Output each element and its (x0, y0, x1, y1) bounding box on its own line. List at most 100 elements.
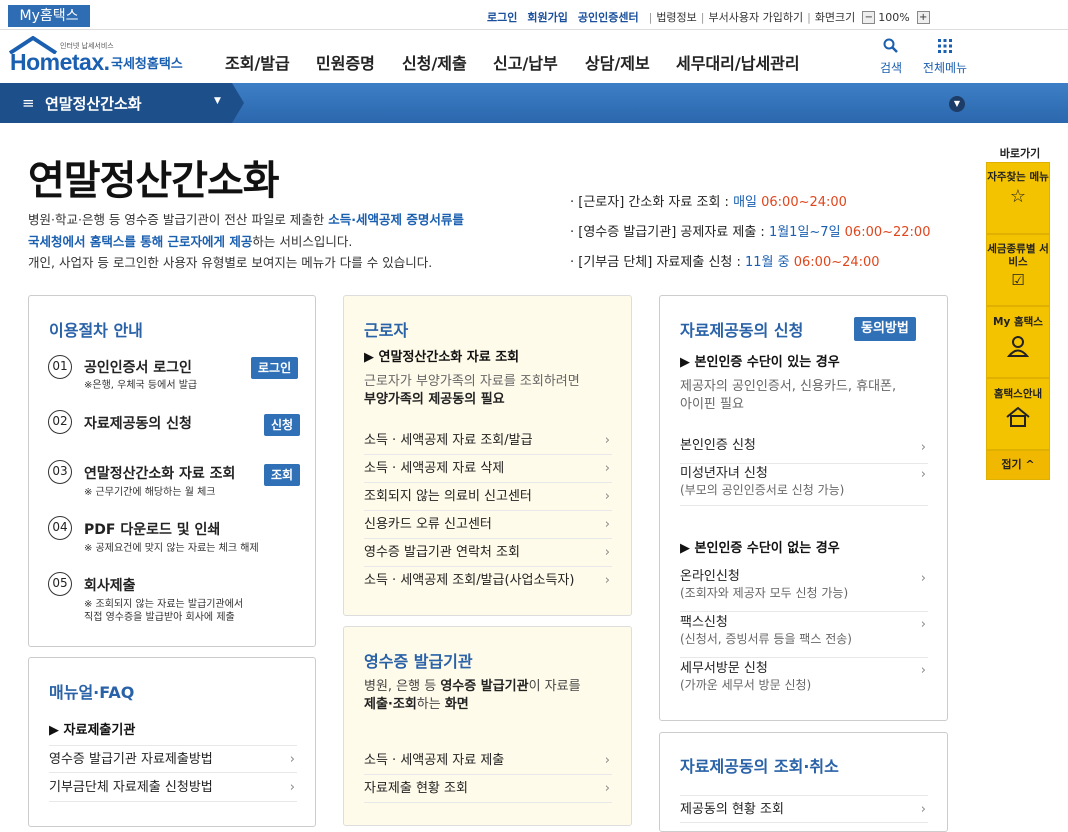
issuer-link[interactable]: 자료제출 현황 조회 › (364, 775, 612, 803)
chevron-right-icon: › (604, 517, 610, 532)
gnb-item-tax-agent[interactable]: 세무대리/납세관리 (676, 50, 800, 74)
quick-hometax-guide[interactable]: 홈택스안내 (986, 378, 1050, 450)
screen-size-label: 화면크기 (814, 11, 856, 24)
consent-link[interactable]: 세무서방문 신청 (가까운 세무서 방문 신청) › (680, 660, 928, 700)
gnb-item-consult[interactable]: 상담/제보 (585, 50, 650, 74)
step-label: 회사제출 (84, 578, 136, 594)
search-button[interactable]: 검색 (876, 38, 906, 76)
divider: | (807, 10, 811, 24)
consent-query-link[interactable]: 제공동의 현황 조회 › (680, 795, 928, 823)
step-number: 01 (48, 355, 72, 379)
grid-menu-icon (938, 39, 952, 53)
worker-link[interactable]: 소득 · 세액공제 조회/발급(사업소득자) › (364, 567, 612, 595)
consent-link[interactable]: 본인인증 신청 › (680, 436, 928, 464)
step-label: 공인인증서 로그인 (84, 360, 192, 376)
quick-links-title: 바로가기 (999, 147, 1041, 160)
chevron-right-icon: › (920, 571, 926, 586)
consent-link[interactable]: 미성년자녀 신청 (부모의 공인인증서로 신청 가능) › (680, 464, 928, 506)
step-note: 직접 영수증을 발급받아 회사에 제출 (84, 612, 235, 623)
worker-link[interactable]: 영수증 발급기관 연락처 조회 › (364, 539, 612, 567)
consent-desc: 제공자의 공인인증서, 신용카드, 휴대폰, (680, 379, 897, 394)
chevron-right-icon: › (604, 781, 610, 796)
manual-title: 매뉴얼·FAQ (49, 683, 135, 702)
step-number: 02 (48, 410, 72, 434)
my-hometax-button[interactable]: My홈택스 (8, 5, 90, 27)
gnb-item-inquiry[interactable]: 조회/발급 (225, 50, 290, 74)
page-desc-line3: 개인, 사업자 등 로그인한 사용자 유형별로 보여지는 메뉴가 다를 수 있습… (28, 255, 433, 270)
login-link[interactable]: 로그인 (487, 9, 517, 25)
schedule-issuer: · [영수증 발급기관] 공제자료 제출 : 1월1일~7일 06:00~22:… (570, 225, 931, 240)
quick-my-hometax[interactable]: My 홈택스 (986, 306, 1050, 378)
quick-tax-service[interactable]: 세금종류별 서비스 ☑ (986, 234, 1050, 306)
consent-subhead: ▶ 본인인증 수단이 없는 경우 (680, 541, 840, 556)
consent-desc: 아이핀 필요 (680, 397, 744, 412)
step-label: 연말정산간소화 자료 조회 (84, 466, 236, 482)
consent-title: 자료제공동의 신청 (680, 321, 804, 340)
page-desc-line2: 국세청에서 홈택스를 통해 근로자에게 제공하는 서비스입니다. (28, 234, 353, 249)
quick-collapse-button[interactable]: 접기 ^ (986, 450, 1050, 480)
quick-frequent-menu[interactable]: 자주찾는 메뉴 ☆ (986, 162, 1050, 234)
schedule-donation: · [기부금 단체] 자료제출 신청 : 11월 중 06:00~24:00 (570, 255, 880, 270)
chevron-right-icon: › (920, 617, 926, 632)
zoom-out-button[interactable]: − (862, 10, 876, 24)
top-utility-bar: My홈택스 로그인 회원가입 공인인증센터 | 법령정보 | 부서사용자 가입하… (0, 0, 1068, 30)
worker-subhead: ▶ 연말정산간소화 자료 조회 (364, 350, 520, 365)
zoom-in-button[interactable]: + (916, 10, 930, 24)
worker-desc: 근로자가 부양가족의 자료를 조회하려면 (364, 374, 580, 389)
inquiry-badge-button[interactable]: 조회 (264, 464, 301, 486)
step-note: ※ 근무기간에 해당하는 월 체크 (84, 487, 216, 498)
gnb-item-certificate[interactable]: 민원증명 (316, 50, 375, 74)
chevron-right-icon: › (604, 489, 610, 504)
chevron-right-icon: › (920, 440, 926, 455)
step-number: 04 (48, 516, 72, 540)
worker-link[interactable]: 신용카드 오류 신고센터 › (364, 511, 612, 539)
worker-link[interactable]: 조회되지 않는 의료비 신고센터 › (364, 483, 612, 511)
worker-link[interactable]: 소득 · 세액공제 자료 조회/발급 › (364, 427, 612, 455)
search-icon (883, 38, 898, 53)
gnb-item-application[interactable]: 신청/제출 (402, 50, 467, 74)
location-dropdown[interactable]: ≡ 연말정산간소화 ▼ (0, 83, 232, 123)
manual-link[interactable]: 기부금단체 자료제출 신청방법 › (49, 774, 297, 802)
step-number: 03 (48, 460, 72, 484)
star-icon: ☆ (1009, 186, 1027, 207)
manual-link[interactable]: 영수증 발급기관 자료제출방법 › (49, 745, 297, 773)
consent-link[interactable]: 팩스신청 (신청서, 증빙서류 등을 팩스 전송) › (680, 614, 928, 658)
consent-subhead: ▶ 본인인증 수단이 있는 경우 (680, 355, 840, 370)
apply-badge-button[interactable]: 신청 (264, 414, 301, 436)
chevron-right-icon: › (920, 802, 926, 817)
issuer-desc: 제출·조회하는 화면 (364, 697, 469, 712)
chevron-down-icon[interactable]: ▼ (949, 96, 965, 112)
chevron-right-icon: › (920, 663, 926, 678)
chevron-right-icon: › (604, 753, 610, 768)
step-number: 05 (48, 572, 72, 596)
procedure-title: 이용절차 안내 (49, 321, 143, 340)
top-links: 로그인 회원가입 공인인증센터 | 법령정보 | 부서사용자 가입하기 | 화면… (487, 9, 933, 25)
signup-link[interactable]: 회원가입 (527, 9, 567, 25)
worker-link[interactable]: 소득 · 세액공제 자료 삭제 › (364, 455, 612, 483)
chevron-right-icon: › (289, 752, 295, 767)
manual-subhead: ▶ 자료제출기관 (49, 723, 136, 738)
gnb-item-report[interactable]: 신고/납부 (493, 50, 558, 74)
cert-center-link[interactable]: 공인인증센터 (578, 9, 639, 25)
issuer-link[interactable]: 소득 · 세액공제 자료 제출 › (364, 747, 612, 775)
consent-method-button[interactable]: 동의방법 (854, 317, 916, 341)
all-menu-label: 전체메뉴 (922, 61, 968, 75)
divider: | (648, 10, 653, 24)
page-desc-line1: 병원·학교·은행 등 영수증 발급기관이 전산 파일로 제출한 소득·세액공제 … (28, 212, 464, 227)
chevron-right-icon: › (604, 573, 610, 588)
hometax-logo[interactable]: Hometax. (10, 49, 110, 76)
all-menu-button[interactable]: 전체메뉴 (919, 38, 971, 76)
chevron-right-icon: › (604, 433, 610, 448)
issuer-desc: 병원, 은행 등 영수증 발급기관이 자료를 (364, 679, 581, 694)
legal-link[interactable]: 법령정보 (656, 9, 696, 25)
chevron-right-icon: › (920, 467, 926, 482)
step-note: ※ 조회되지 않는 자료는 발급기관에서 (84, 599, 244, 610)
consent-link[interactable]: 온라인신청 (조회자와 제공자 모두 신청 가능) › (680, 568, 928, 612)
worker-desc-strong: 부양가족의 제공동의 필요 (364, 392, 505, 407)
dept-user-link[interactable]: 부서사용자 가입하기 (709, 9, 804, 25)
login-badge-button[interactable]: 로그인 (251, 357, 299, 379)
divider: | (700, 10, 705, 24)
person-icon (987, 335, 1049, 362)
location-arrow (232, 83, 244, 123)
logo-korean[interactable]: 국세청홈택스 (111, 53, 183, 72)
